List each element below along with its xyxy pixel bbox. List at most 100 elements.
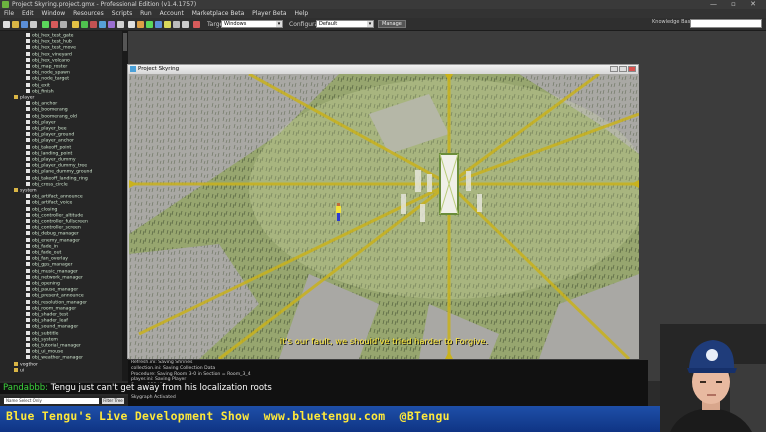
- debug-icon[interactable]: [51, 21, 58, 28]
- menu-window[interactable]: Window: [42, 10, 66, 17]
- game-window-titlebar[interactable]: Project Skyring: [128, 65, 638, 74]
- game-viewport[interactable]: It's our fault, we should've tried harde…: [129, 74, 639, 359]
- object-icon[interactable]: [146, 21, 153, 28]
- tree-filter-input[interactable]: Name Select Only: [4, 398, 99, 404]
- tree-item[interactable]: obj_network_manager: [26, 274, 83, 281]
- open-project-icon[interactable]: [12, 21, 19, 28]
- menu-help[interactable]: Help: [295, 10, 309, 17]
- minimize-icon[interactable]: [610, 66, 618, 72]
- clean-icon[interactable]: [60, 21, 67, 28]
- script-icon[interactable]: [108, 21, 115, 28]
- tree-item[interactable]: obj_sound_manager: [26, 324, 78, 330]
- tree-item[interactable]: obj_takeoff_landing_ring: [26, 175, 88, 182]
- menu-account[interactable]: Account: [160, 10, 184, 17]
- sound-icon[interactable]: [81, 21, 88, 28]
- background-icon[interactable]: [90, 21, 97, 28]
- tree-item[interactable]: obj_weather_manager: [26, 355, 83, 361]
- tree-item[interactable]: obj_pause_manager: [26, 287, 78, 293]
- tree-item[interactable]: obj_player_dummy_tree: [26, 163, 87, 169]
- tree-item[interactable]: obj_player_dummy: [26, 157, 76, 163]
- tree-item[interactable]: obj_controller_fullscreen: [26, 219, 88, 225]
- menu-marketplace[interactable]: Marketplace Beta: [192, 10, 245, 17]
- tree-item[interactable]: obj_artifact_voice: [26, 200, 72, 206]
- tree-item[interactable]: obj_takeoff_point: [26, 144, 71, 151]
- menu-file[interactable]: File: [4, 10, 14, 17]
- menu-run[interactable]: Run: [140, 10, 152, 17]
- scroll-thumb[interactable]: [123, 33, 127, 51]
- run-icon[interactable]: [42, 21, 49, 28]
- tree-item[interactable]: obj_player_ground: [26, 132, 74, 138]
- tree-item[interactable]: obj_exit: [26, 82, 50, 89]
- shader-icon[interactable]: [117, 21, 124, 28]
- tree-item[interactable]: obj_system: [26, 336, 58, 343]
- window-controls[interactable]: — ▫ ✕: [710, 0, 762, 9]
- tree-folder[interactable]: system: [14, 188, 37, 194]
- tree-item[interactable]: obj_boomerang: [26, 107, 68, 113]
- tree-item[interactable]: obj_closing: [26, 206, 57, 213]
- tree-item[interactable]: obj_hex_vineyard: [26, 51, 72, 58]
- room-icon[interactable]: [155, 21, 162, 28]
- tree-item[interactable]: obj_shader_test: [26, 312, 68, 318]
- tree-item[interactable]: obj_shader_leaf: [26, 318, 68, 324]
- tree-item[interactable]: obj_hex_test_gate: [26, 33, 73, 39]
- game-window[interactable]: Project Skyring It's our fault, we shoul…: [127, 64, 639, 359]
- tree-item[interactable]: obj_cross_circle: [26, 181, 68, 188]
- create-executable-icon[interactable]: [30, 21, 37, 28]
- tree-item[interactable]: obj_landing_point: [26, 150, 72, 157]
- menu-edit[interactable]: Edit: [22, 10, 34, 17]
- maximize-icon[interactable]: [619, 66, 627, 72]
- new-project-icon[interactable]: [3, 21, 10, 28]
- tree-item[interactable]: obj_room_manager: [26, 305, 76, 312]
- tree-item[interactable]: obj_enemy_manager: [26, 237, 80, 244]
- tree-item[interactable]: obj_player_anchor: [26, 138, 74, 144]
- tree-item[interactable]: obj_hex_test_hub: [26, 39, 72, 45]
- tree-item[interactable]: obj_fan_overlay: [26, 256, 68, 262]
- configuration-select[interactable]: Default ▾: [316, 20, 374, 28]
- tree-item[interactable]: obj_player: [26, 119, 56, 126]
- tree-item[interactable]: obj_controller_screen: [26, 225, 81, 231]
- tree-item[interactable]: obj_music_manager: [26, 268, 78, 275]
- tree-item[interactable]: obj_anchor: [26, 101, 57, 107]
- tree-item[interactable]: obj_node_spawn: [26, 70, 70, 76]
- filter-tree-button[interactable]: Filter Tree: [102, 398, 124, 404]
- tree-item[interactable]: obj_plane_dummy_ground: [26, 169, 92, 175]
- tree-item[interactable]: obj_debug_manager: [26, 231, 79, 237]
- tree-item[interactable]: obj_controller_altitude: [26, 212, 83, 219]
- tree-item[interactable]: obj_gps_manager: [26, 262, 72, 268]
- tree-item[interactable]: obj_boomerang_old: [26, 113, 77, 120]
- tree-folder[interactable]: vogthor: [14, 361, 38, 368]
- tree-item[interactable]: obj_node_target: [26, 76, 69, 82]
- tree-folder[interactable]: player: [14, 95, 34, 101]
- manual-icon[interactable]: [182, 21, 189, 28]
- tree-item[interactable]: obj_fade_in: [26, 243, 58, 250]
- font-icon[interactable]: [128, 21, 135, 28]
- tree-item[interactable]: obj_artifact_announce: [26, 194, 83, 200]
- tree-item[interactable]: obj_hex_test_move: [26, 45, 76, 51]
- close-icon[interactable]: [628, 66, 636, 72]
- target-select[interactable]: Windows ▾: [221, 20, 283, 28]
- tree-item[interactable]: obj_resolution_manager: [26, 299, 87, 306]
- tree-item[interactable]: obj_tutorial_manager: [26, 343, 81, 349]
- sprite-icon[interactable]: [72, 21, 79, 28]
- stop-icon[interactable]: [193, 21, 200, 28]
- tree-item[interactable]: obj_present_announce: [26, 293, 84, 299]
- tree-folder[interactable]: ui: [14, 367, 24, 374]
- tree-item[interactable]: obj_opening: [26, 281, 60, 287]
- tree-item[interactable]: obj_finish: [26, 88, 54, 95]
- menu-player[interactable]: Player Beta: [252, 10, 286, 17]
- tree-item[interactable]: obj_hex_volcano: [26, 57, 70, 64]
- settings-icon[interactable]: [164, 21, 171, 28]
- menu-resources[interactable]: Resources: [73, 10, 104, 17]
- knowledge-base-input[interactable]: [690, 19, 762, 28]
- path-icon[interactable]: [99, 21, 106, 28]
- tree-item[interactable]: obj_ui_mouse: [26, 349, 63, 355]
- save-icon[interactable]: [21, 21, 28, 28]
- tree-item[interactable]: obj_fade_out: [26, 250, 61, 256]
- tree-item[interactable]: obj_player_bee: [26, 126, 67, 132]
- timeline-icon[interactable]: [137, 21, 144, 28]
- tree-item[interactable]: obj_subtitle: [26, 330, 59, 337]
- menu-scripts[interactable]: Scripts: [112, 10, 133, 17]
- tree-item[interactable]: obj_map_roster: [26, 64, 67, 70]
- extensions-icon[interactable]: [173, 21, 180, 28]
- manage-button[interactable]: Manage: [378, 20, 406, 28]
